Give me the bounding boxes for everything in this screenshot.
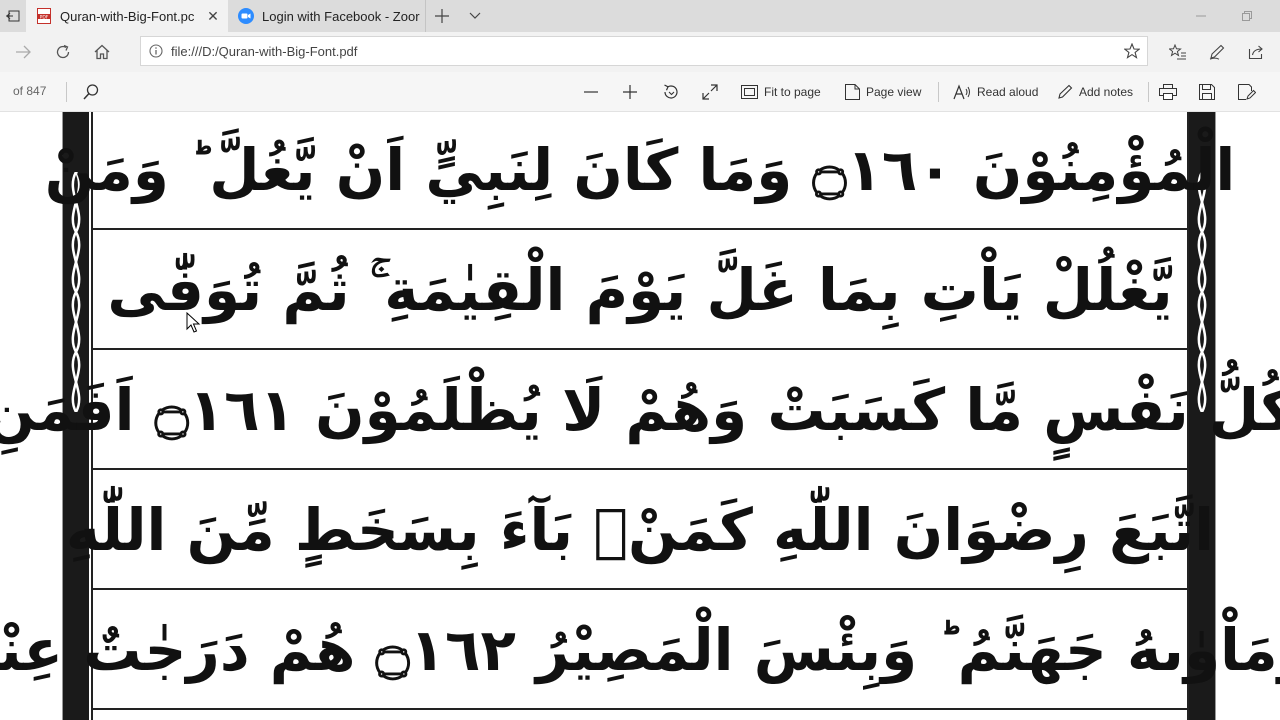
share-button[interactable] bbox=[1244, 40, 1268, 64]
minus-icon bbox=[584, 91, 598, 93]
toolbar-divider bbox=[1148, 82, 1149, 102]
text-line: كُلُّ نَفْسٍ مَّا كَسَبَتْ وَهُمْ لَا يُ… bbox=[0, 352, 1280, 470]
text-line: وَمَاْوٰىهُ جَهَنَّمُ ؕ وَبِئْسَ الْمَصِ… bbox=[0, 592, 1280, 710]
line-text: الْمُؤْمِنُوْنَ ۝١٦٠ وَمَا كَانَ لِنَبِي… bbox=[44, 136, 1236, 204]
home-button[interactable] bbox=[90, 40, 114, 64]
tab-title: Login with Facebook - Zoor bbox=[262, 8, 420, 24]
toolbar-divider bbox=[66, 82, 67, 102]
close-tab-icon[interactable]: ✕ bbox=[202, 5, 224, 27]
read-aloud-button[interactable]: Read aloud bbox=[953, 80, 1038, 104]
page-count: of 847 bbox=[13, 84, 47, 98]
restore-button[interactable] bbox=[1224, 0, 1270, 32]
save-icon bbox=[1199, 84, 1215, 100]
tabs-aside-icon bbox=[6, 10, 20, 22]
fit-to-page-icon bbox=[741, 85, 758, 99]
page-view-button[interactable]: Page view bbox=[845, 80, 921, 104]
chevron-down-icon bbox=[469, 12, 481, 19]
zoom-icon bbox=[238, 8, 254, 24]
full-screen-button[interactable] bbox=[702, 80, 718, 104]
rotate-icon bbox=[664, 84, 678, 99]
read-aloud-icon bbox=[953, 84, 970, 100]
print-button[interactable] bbox=[1159, 80, 1177, 104]
pdf-toolbar: of 847 Fit to page Page view Read aloud … bbox=[0, 72, 1280, 112]
save-as-icon bbox=[1238, 84, 1256, 100]
rotate-button[interactable] bbox=[662, 80, 680, 104]
site-info-icon[interactable] bbox=[141, 44, 171, 58]
tabs-aside-button[interactable] bbox=[0, 0, 26, 32]
fit-to-page-button[interactable]: Fit to page bbox=[741, 80, 821, 104]
home-icon bbox=[94, 44, 110, 60]
add-notes-label: Add notes bbox=[1079, 85, 1134, 99]
text-line: يَّغْلُلْ يَاْتِ بِمَا غَلَّ يَوْمَ الْق… bbox=[93, 232, 1187, 350]
text-line: اتَّبَعَ رِضْوَانَ اللّٰهِ كَمَنْۢ بَآءَ… bbox=[66, 472, 1212, 590]
tab-zoom-login[interactable]: Login with Facebook - Zoor bbox=[228, 0, 426, 32]
expand-icon bbox=[702, 84, 718, 100]
favorites-button[interactable] bbox=[1166, 40, 1190, 64]
page-view-label: Page view bbox=[866, 85, 922, 99]
forward-arrow-icon bbox=[16, 45, 31, 59]
mouse-pointer-icon bbox=[186, 312, 201, 333]
new-tab-button[interactable] bbox=[432, 6, 452, 26]
plus-icon bbox=[623, 85, 637, 99]
tab-quran-pdf[interactable]: PDF Quran-with-Big-Font.pc ✕ bbox=[26, 0, 228, 32]
svg-text:PDF: PDF bbox=[40, 14, 49, 20]
refresh-icon bbox=[56, 44, 70, 59]
fit-to-page-label: Fit to page bbox=[764, 85, 821, 99]
plus-icon bbox=[435, 9, 449, 23]
pen-icon bbox=[1058, 84, 1073, 99]
page-view-icon bbox=[845, 84, 860, 100]
line-text: وَمَاْوٰىهُ جَهَنَّمُ ؕ وَبِئْسَ الْمَصِ… bbox=[0, 616, 1280, 684]
zoom-out-button[interactable] bbox=[583, 80, 599, 104]
pdf-page: الْمُؤْمِنُوْنَ ۝١٦٠ وَمَا كَانَ لِنَبِي… bbox=[0, 112, 1280, 720]
refresh-button[interactable] bbox=[51, 40, 75, 64]
url-input[interactable] bbox=[171, 43, 1117, 59]
text-line: الْمُؤْمِنُوْنَ ۝١٦٠ وَمَا كَانَ لِنَبِي… bbox=[45, 112, 1233, 230]
print-icon bbox=[1159, 84, 1177, 100]
tab-list-button[interactable] bbox=[465, 6, 485, 26]
line-text: كُلُّ نَفْسٍ مَّا كَسَبَتْ وَهُمْ لَا يُ… bbox=[0, 376, 1280, 444]
pen-icon bbox=[1209, 44, 1225, 60]
tab-title: Quran-with-Big-Font.pc bbox=[60, 8, 195, 24]
save-as-button[interactable] bbox=[1238, 80, 1256, 104]
pdf-viewer[interactable]: الْمُؤْمِنُوْنَ ۝١٦٠ وَمَا كَانَ لِنَبِي… bbox=[0, 112, 1280, 720]
navigation-bar bbox=[0, 32, 1280, 72]
share-icon bbox=[1248, 45, 1263, 60]
forward-button[interactable] bbox=[12, 40, 36, 64]
zoom-in-button[interactable] bbox=[622, 80, 638, 104]
tab-strip: PDF Quran-with-Big-Font.pc ✕ Login with … bbox=[0, 0, 1280, 32]
search-icon bbox=[83, 84, 99, 100]
pdf-icon: PDF bbox=[36, 8, 52, 24]
restore-icon bbox=[1242, 11, 1252, 21]
quran-text-frame: الْمُؤْمِنُوْنَ ۝١٦٠ وَمَا كَانَ لِنَبِي… bbox=[0, 112, 1280, 720]
add-notes-button[interactable]: Add notes bbox=[1057, 80, 1133, 104]
web-notes-button[interactable] bbox=[1205, 40, 1229, 64]
line-text: يَّغْلُلْ يَاْتِ بِمَا غَلَّ يَوْمَ الْق… bbox=[107, 255, 1173, 324]
line-text: اتَّبَعَ رِضْوَانَ اللّٰهِ كَمَنْۢ بَآءَ… bbox=[65, 496, 1215, 564]
favorites-list-icon bbox=[1169, 44, 1186, 60]
favorite-star-icon[interactable] bbox=[1117, 43, 1147, 59]
address-bar[interactable] bbox=[140, 36, 1148, 66]
search-button[interactable] bbox=[82, 80, 100, 104]
save-button[interactable] bbox=[1199, 80, 1215, 104]
read-aloud-label: Read aloud bbox=[977, 85, 1039, 99]
toolbar-divider bbox=[938, 82, 939, 102]
minimize-icon bbox=[1196, 15, 1206, 17]
minimize-button[interactable] bbox=[1178, 0, 1224, 32]
